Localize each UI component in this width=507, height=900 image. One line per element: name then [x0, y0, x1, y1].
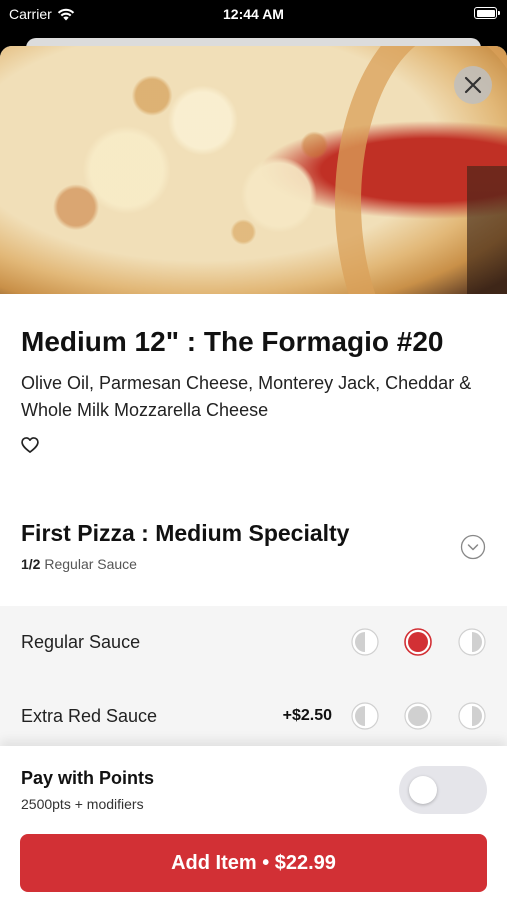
- option-row-regular-sauce[interactable]: Regular Sauce: [0, 606, 507, 680]
- screen: Carrier 12:44 AM Medium 12" : The Formag…: [0, 0, 507, 900]
- section-summary: 1/2 Regular Sauce: [21, 556, 137, 572]
- left-half-icon[interactable]: [351, 702, 379, 730]
- section-title: First Pizza : Medium Specialty: [21, 520, 350, 546]
- points-subtitle: 2500pts + modifiers: [21, 796, 144, 812]
- add-item-button[interactable]: Add Item • $22.99: [20, 834, 487, 892]
- heart-icon[interactable]: [20, 435, 40, 455]
- chevron-down-icon[interactable]: [460, 534, 486, 560]
- order-footer: Pay with Points 2500pts + modifiers Add …: [0, 746, 507, 900]
- status-bar: Carrier 12:44 AM: [0, 0, 507, 30]
- section-selection: Regular Sauce: [44, 556, 137, 572]
- close-button[interactable]: [454, 66, 492, 104]
- sauce-options: Regular Sauce Extra Red Sauce +$2.50: [0, 606, 507, 756]
- toggle-knob: [409, 776, 437, 804]
- item-photo: [0, 46, 507, 294]
- wood-board: [467, 166, 507, 294]
- item-title: Medium 12" : The Formagio #20: [21, 326, 444, 357]
- item-description: Olive Oil, Parmesan Cheese, Monterey Jac…: [21, 373, 472, 420]
- whole-icon[interactable]: [404, 628, 432, 656]
- option-label: Regular Sauce: [21, 632, 141, 652]
- left-half-icon[interactable]: [351, 628, 379, 656]
- points-title: Pay with Points: [21, 768, 155, 788]
- option-row-extra-red-sauce[interactable]: Extra Red Sauce +$2.50: [0, 680, 507, 754]
- battery-icon: [474, 7, 500, 19]
- clock: 12:44 AM: [223, 6, 284, 22]
- option-label: Extra Red Sauce: [21, 706, 158, 726]
- right-half-icon[interactable]: [458, 702, 486, 730]
- pay-with-points-toggle[interactable]: [399, 766, 487, 814]
- close-icon: [464, 76, 482, 94]
- option-price: +$2.50: [282, 707, 332, 724]
- whole-icon[interactable]: [404, 702, 432, 730]
- section-count: 1/2: [21, 556, 41, 572]
- item-detail-modal: Medium 12" : The Formagio #20 Olive Oil,…: [0, 46, 507, 900]
- right-half-icon[interactable]: [458, 628, 486, 656]
